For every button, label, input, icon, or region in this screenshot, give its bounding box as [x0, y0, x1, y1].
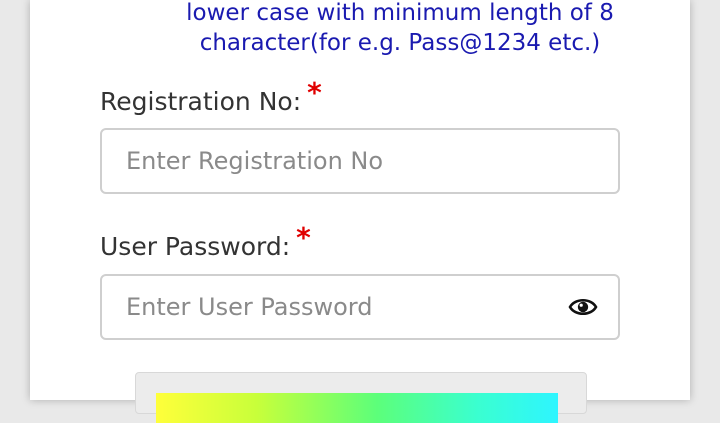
- password-hint-line-2: character(for e.g. Pass@1234 etc.): [199, 30, 601, 56]
- required-asterisk: *: [307, 76, 322, 109]
- password-input[interactable]: [126, 276, 546, 338]
- eye-icon[interactable]: [568, 294, 598, 320]
- password-field[interactable]: [100, 274, 620, 340]
- password-hint: lower case with minimum length of 8 char…: [30, 0, 720, 58]
- login-card: lower case with minimum length of 8 char…: [30, 0, 690, 400]
- registration-label-text: Registration No:: [100, 87, 302, 116]
- required-asterisk: *: [296, 221, 311, 254]
- registration-field[interactable]: [100, 128, 620, 194]
- registration-input[interactable]: [126, 130, 546, 192]
- password-label-text: User Password:: [100, 232, 291, 261]
- password-label: User Password: *: [100, 221, 311, 262]
- password-hint-line-1: lower case with minimum length of 8: [186, 0, 614, 26]
- captcha-image: [156, 393, 558, 423]
- captcha-container: [135, 372, 587, 423]
- registration-label: Registration No: *: [100, 76, 322, 117]
